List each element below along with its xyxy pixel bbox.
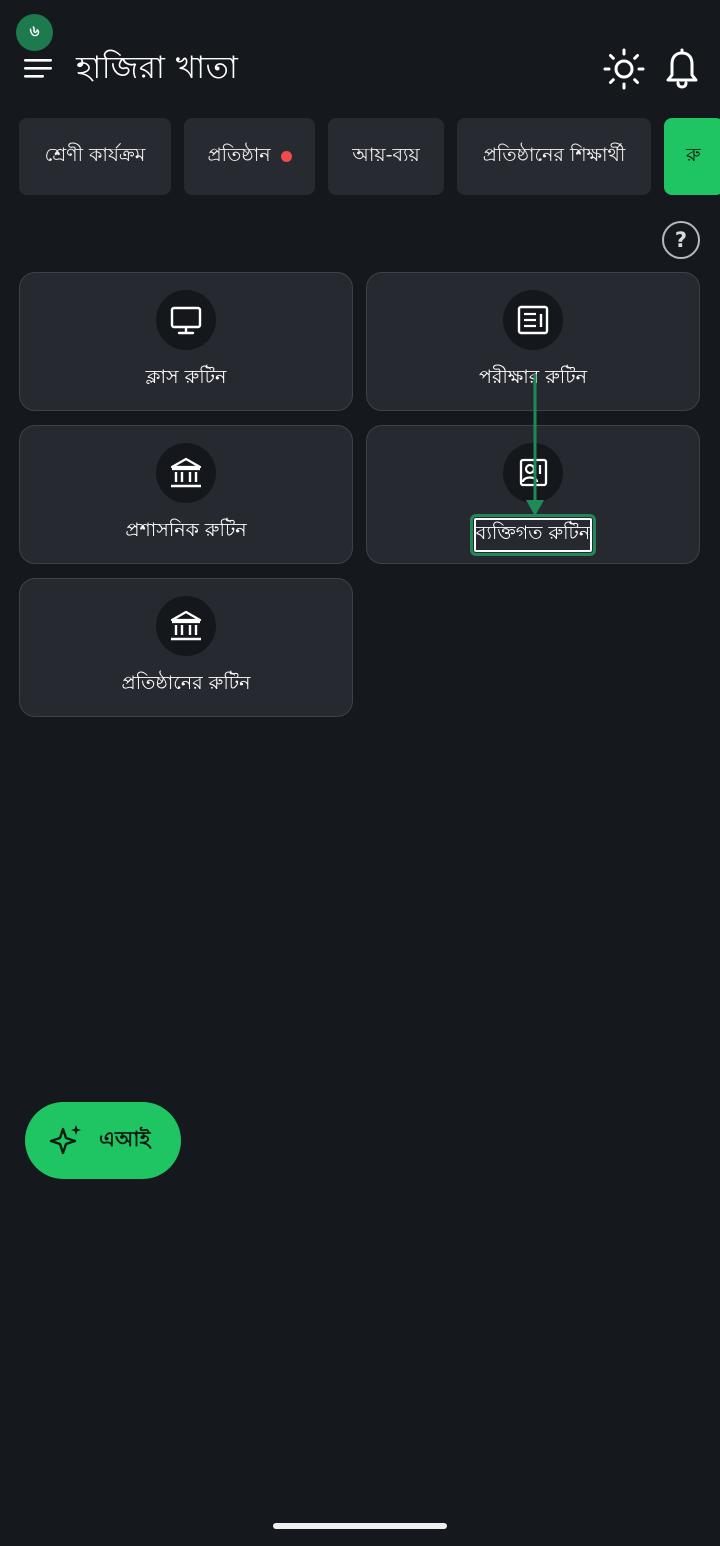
institution-icon [156, 596, 216, 656]
menu-icon[interactable] [22, 54, 54, 82]
tab-institution-students[interactable]: প্রতিষ্ঠানের শিক্ষার্থী [457, 118, 651, 195]
card-label: প্রতিষ্ঠানের রুটিন [121, 672, 251, 694]
sun-icon[interactable] [602, 47, 646, 91]
ai-assistant-button[interactable]: এআই [25, 1102, 181, 1179]
card-label: প্রশাসনিক রুটিন [125, 519, 247, 541]
tab-label: আয়-ব্যয় [352, 143, 420, 166]
tab-label: প্রতিষ্ঠান [207, 143, 271, 166]
status-badge: ৬ [16, 14, 53, 51]
card-label: ক্লাস রুটিন [145, 366, 227, 388]
notification-dot [280, 151, 292, 162]
tab-label: রু [686, 143, 701, 166]
card-institution-routine[interactable]: প্রতিষ্ঠানের রুটিন [19, 578, 353, 717]
card-label: ব্যক্তিগত রুটিন [469, 514, 597, 556]
card-class-routine[interactable]: ক্লাস রুটিন [19, 272, 353, 411]
home-indicator[interactable] [273, 1523, 447, 1529]
tab-routine[interactable]: রু [664, 118, 720, 195]
document-list-icon [503, 290, 563, 350]
monitor-icon [156, 290, 216, 350]
help-icon[interactable]: ? [662, 221, 700, 259]
tab-label: শ্রেণী কার্যক্রম [44, 143, 146, 166]
tab-income-expense[interactable]: আয়-ব্যয় [328, 118, 444, 195]
card-administrative-routine[interactable]: প্রশাসনিক রুটিন [19, 425, 353, 564]
person-board-icon [503, 443, 563, 503]
tab-label: প্রতিষ্ঠানের শিক্ষার্থী [482, 143, 626, 166]
sparkle-icon [49, 1124, 81, 1154]
card-exam-routine[interactable]: পরীক্ষার রুটিন [366, 272, 700, 411]
help-glyph: ? [674, 228, 688, 252]
bell-icon[interactable] [662, 48, 702, 90]
app-title: হাজিরা খাতা [76, 50, 239, 86]
category-tabs: শ্রেণী কার্যক্রম প্রতিষ্ঠান আয়-ব্যয় প্… [19, 118, 720, 196]
institution-icon [156, 443, 216, 503]
card-label: পরীক্ষার রুটিন [479, 366, 587, 388]
card-personal-routine[interactable]: ব্যক্তিগত রুটিন [366, 425, 700, 564]
app-screen: ৬ হাজিরা খাতা শ্রেণী কার্যক্রম প্রতিষ্ঠা… [0, 0, 720, 1546]
tab-class-activities[interactable]: শ্রেণী কার্যক্রম [19, 118, 171, 195]
ai-button-label: এআই [99, 1127, 151, 1151]
tab-institution[interactable]: প্রতিষ্ঠান [184, 118, 315, 195]
